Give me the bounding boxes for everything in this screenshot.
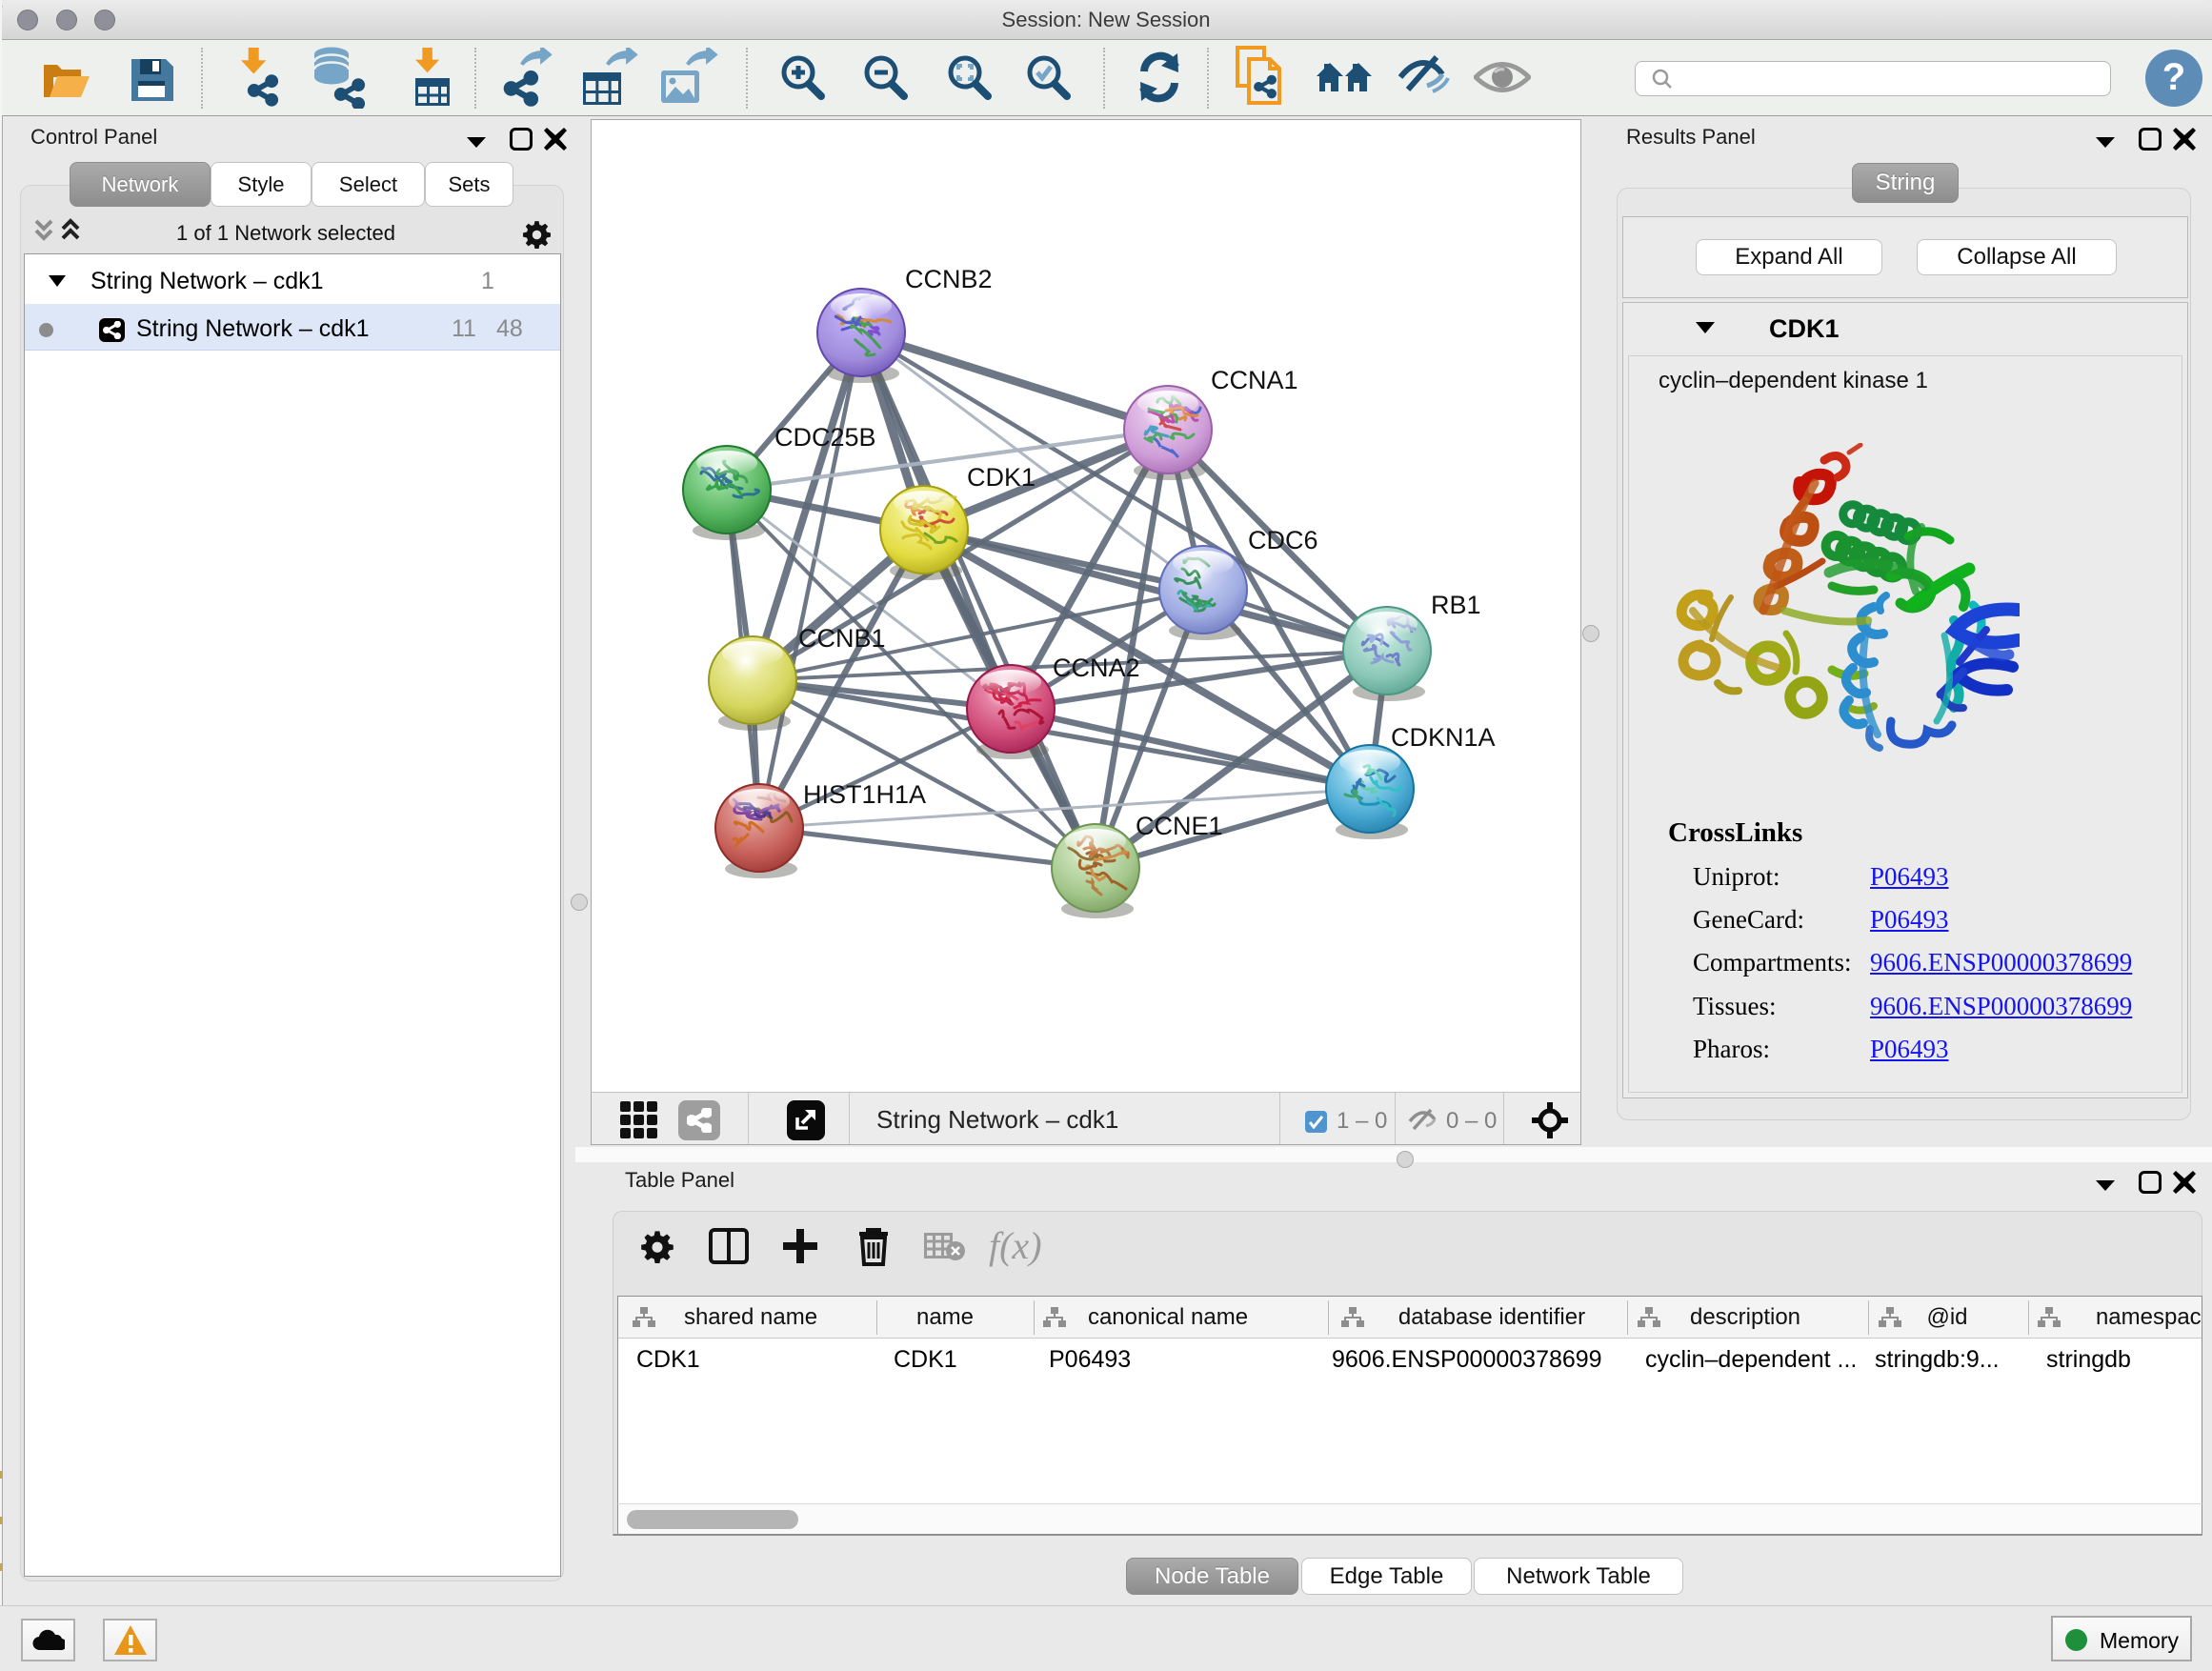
svg-text:RB1: RB1 — [1431, 591, 1481, 619]
svg-text:CDC6: CDC6 — [1248, 526, 1318, 554]
svg-text:CCNB2: CCNB2 — [905, 265, 993, 293]
svg-text:HIST1H1A: HIST1H1A — [803, 780, 926, 809]
svg-text:CCNA2: CCNA2 — [1053, 654, 1140, 682]
svg-text:CDK1: CDK1 — [967, 463, 1036, 492]
svg-text:CCNE1: CCNE1 — [1136, 812, 1223, 840]
svg-text:CCNA1: CCNA1 — [1211, 366, 1298, 394]
svg-text:CCNB1: CCNB1 — [798, 624, 886, 653]
svg-text:CDKN1A: CDKN1A — [1391, 723, 1496, 752]
svg-text:CDC25B: CDC25B — [774, 423, 876, 452]
